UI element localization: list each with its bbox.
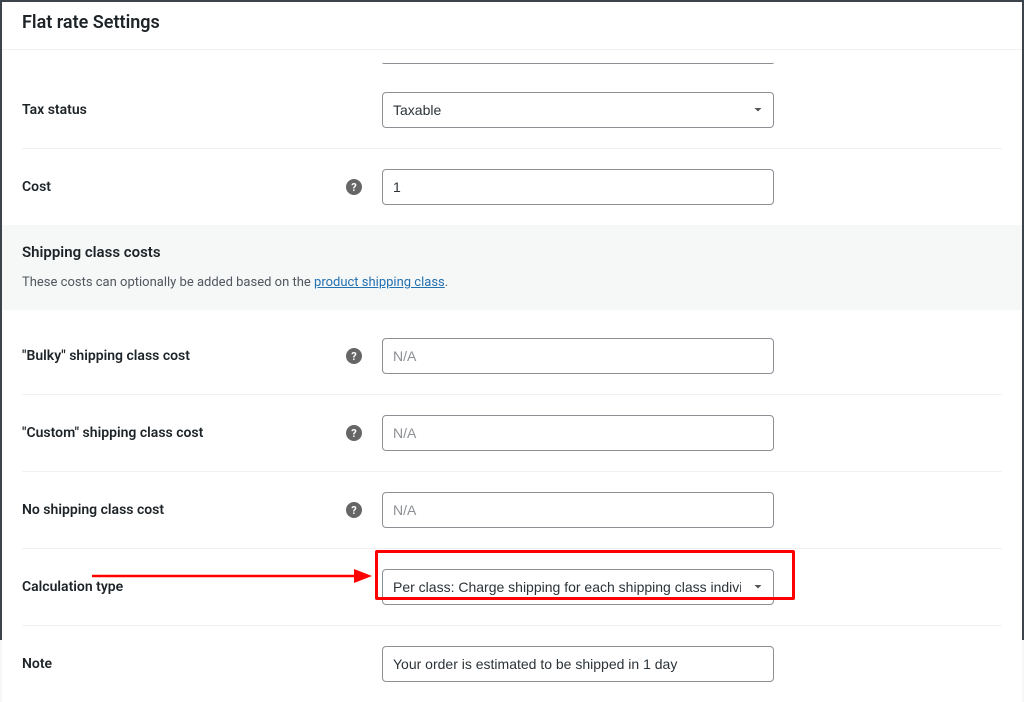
input-col [382,492,774,528]
shipping-fields-section: "Bulky" shipping class cost ? "Custom" s… [2,310,1022,702]
input-col [382,338,774,374]
input-col: Per class: Charge shipping for each ship… [382,569,774,605]
product-shipping-class-link[interactable]: product shipping class [314,275,445,290]
shipping-class-costs-section: Shipping class costs These costs can opt… [2,225,1022,310]
cost-label: Cost [22,179,51,195]
input-col [382,415,774,451]
page-title: Flat rate Settings [22,12,1002,33]
row-none-cost: No shipping class cost ? [22,471,1002,548]
desc-suffix: . [445,275,448,290]
help-icon[interactable]: ? [346,502,362,518]
bulky-cost-input[interactable] [382,338,774,374]
label-col: Cost ? [22,179,382,195]
row-cost: Cost ? [22,148,1002,225]
settings-section: Tax status Taxable Cost ? [2,50,1022,225]
label-col: No shipping class cost ? [22,502,382,518]
row-calculation-type: Calculation type Per class: Charge shipp… [22,548,1002,625]
input-col: Taxable [382,92,774,128]
input-col [382,646,774,682]
input-col [382,169,774,205]
tax-status-select-wrapper: Taxable [382,92,774,128]
calculation-type-label: Calculation type [22,579,123,595]
custom-label: "Custom" shipping class cost [22,425,203,441]
bulky-label: "Bulky" shipping class cost [22,348,190,364]
help-icon[interactable]: ? [346,425,362,441]
label-col: "Bulky" shipping class cost ? [22,348,382,364]
note-input[interactable] [382,646,774,682]
settings-modal: Flat rate Settings Tax status Taxable [0,0,1024,640]
custom-cost-input[interactable] [382,415,774,451]
section-description: These costs can optionally be added base… [22,275,1002,290]
calculation-type-select-wrapper: Per class: Charge shipping for each ship… [382,569,774,605]
desc-prefix: These costs can optionally be added base… [22,275,314,290]
none-label: No shipping class cost [22,502,164,518]
none-cost-input[interactable] [382,492,774,528]
cost-input[interactable] [382,169,774,205]
tax-status-select[interactable]: Taxable [382,92,774,128]
help-icon[interactable]: ? [346,179,362,195]
label-col: Tax status [22,102,382,118]
label-col: Note [22,656,382,672]
note-label: Note [22,656,52,672]
help-icon[interactable]: ? [346,348,362,364]
modal-header: Flat rate Settings [2,2,1022,50]
section-title: Shipping class costs [22,243,1002,261]
calculation-type-select[interactable]: Per class: Charge shipping for each ship… [382,569,774,605]
tax-status-label: Tax status [22,102,87,118]
row-bulky-cost: "Bulky" shipping class cost ? [22,318,1002,394]
row-note: Note [22,625,1002,702]
row-tax-status: Tax status Taxable [22,64,1002,148]
label-col: Calculation type [22,579,382,595]
label-col: "Custom" shipping class cost ? [22,425,382,441]
row-custom-cost: "Custom" shipping class cost ? [22,394,1002,471]
